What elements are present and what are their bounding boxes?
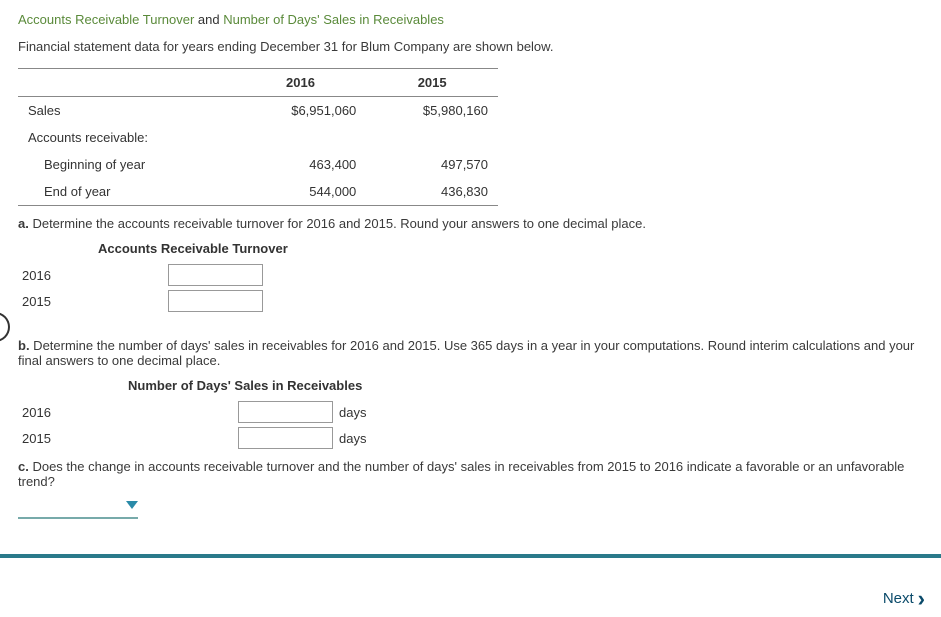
intro-text: Financial statement data for years endin… — [18, 39, 923, 54]
qa-2016-label: 2016 — [18, 268, 148, 283]
footer-bar: Next › — [0, 554, 941, 617]
chevron-right-icon: › — [918, 592, 925, 606]
next-button[interactable]: Next › — [883, 590, 925, 607]
qb-2015-label: 2015 — [18, 431, 238, 446]
page-title: Accounts Receivable Turnover and Number … — [18, 12, 923, 27]
question-c: c. Does the change in accounts receivabl… — [18, 459, 923, 489]
title-part2: Number of Days' Sales in Receivables — [223, 12, 444, 27]
qb-letter: b. — [18, 338, 30, 353]
qb-2016-unit: days — [339, 405, 366, 420]
qa-2015-input[interactable] — [168, 290, 263, 312]
qb-2015-input[interactable] — [238, 427, 333, 449]
qa-2016-input[interactable] — [168, 264, 263, 286]
col-2016: 2016 — [235, 69, 367, 97]
row-sales-2015: $5,980,160 — [366, 97, 498, 125]
qa-subhead: Accounts Receivable Turnover — [98, 241, 923, 256]
qa-letter: a. — [18, 216, 29, 231]
row-end-2015: 436,830 — [366, 178, 498, 206]
qc-select[interactable] — [18, 499, 138, 519]
decorative-arc — [0, 312, 10, 342]
qb-text: Determine the number of days' sales in r… — [18, 338, 914, 368]
qa-text: Determine the accounts receivable turnov… — [29, 216, 646, 231]
row-end-2016: 544,000 — [235, 178, 367, 206]
financial-data-table: 2016 2015 Sales $6,951,060 $5,980,160 Ac… — [18, 68, 498, 206]
qc-letter: c. — [18, 459, 29, 474]
row-begin-2016: 463,400 — [235, 151, 367, 178]
row-begin-label: Beginning of year — [18, 151, 235, 178]
next-label: Next — [883, 590, 914, 607]
row-end-label: End of year — [18, 178, 235, 206]
chevron-down-icon — [126, 501, 138, 509]
row-begin-2015: 497,570 — [366, 151, 498, 178]
qb-2016-input[interactable] — [238, 401, 333, 423]
row-ar-label: Accounts receivable: — [18, 124, 235, 151]
col-2015: 2015 — [366, 69, 498, 97]
title-and: and — [194, 12, 223, 27]
question-b: b. Determine the number of days' sales i… — [18, 338, 923, 368]
qb-2015-unit: days — [339, 431, 366, 446]
qa-2015-label: 2015 — [18, 294, 148, 309]
row-sales-label: Sales — [18, 97, 235, 125]
row-sales-2016: $6,951,060 — [235, 97, 367, 125]
qb-2016-label: 2016 — [18, 405, 238, 420]
title-part1: Accounts Receivable Turnover — [18, 12, 194, 27]
qc-text: Does the change in accounts receivable t… — [18, 459, 904, 489]
question-a: a. Determine the accounts receivable tur… — [18, 216, 923, 231]
qb-subhead: Number of Days' Sales in Receivables — [128, 378, 923, 393]
